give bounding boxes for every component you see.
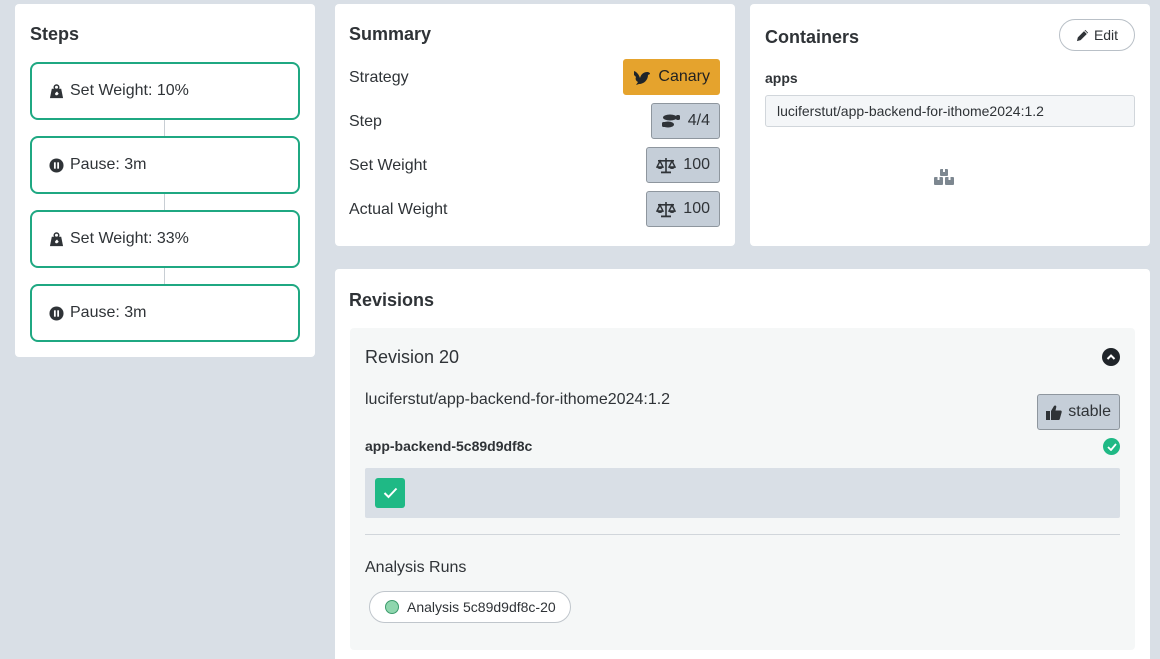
revision-title: Revision 20: [365, 347, 460, 367]
revisions-panel: Revisions Revision 20 luciferstut/app-ba…: [335, 269, 1150, 659]
step-pause-1[interactable]: Pause: 3m: [30, 136, 300, 194]
balance-scale-icon: [656, 157, 677, 174]
analysis-run-pill[interactable]: Analysis 5c89d9df8c-20: [369, 591, 571, 623]
set-weight-value: 100: [683, 156, 710, 173]
step-set-weight-33[interactable]: Set Weight: 33%: [30, 210, 300, 268]
balance-scale-icon: [656, 201, 677, 218]
chevron-up-icon: [1106, 353, 1116, 361]
status-dot-icon: [385, 600, 399, 614]
step-connector: [164, 268, 165, 284]
stable-label: stable: [1068, 403, 1111, 420]
strategy-label: Strategy: [349, 69, 409, 86]
replicaset-name: app-backend-5c89d9df8c: [365, 438, 533, 454]
edit-label: Edit: [1093, 27, 1119, 43]
analysis-runs-title: Analysis Runs: [365, 559, 467, 576]
actual-weight-badge: 100: [646, 191, 720, 227]
step-connector: [164, 194, 165, 210]
check-icon: [383, 487, 398, 499]
edit-button[interactable]: Edit: [1059, 19, 1135, 51]
check-circle-icon: [1103, 438, 1120, 455]
step-label: Pause: 3m: [70, 304, 147, 321]
pods-row: [365, 468, 1120, 518]
pause-icon: [49, 157, 64, 173]
steps-title: Steps: [30, 24, 80, 44]
shoe-prints-icon: [661, 113, 681, 129]
step-label: Set Weight: 10%: [70, 82, 189, 99]
step-connector: [164, 120, 165, 136]
containers-title: Containers: [765, 27, 860, 47]
weight-icon: [49, 83, 64, 99]
actual-weight-value: 100: [683, 200, 710, 217]
collapse-button[interactable]: [1102, 348, 1120, 366]
step-label: Set Weight: 33%: [70, 230, 189, 247]
steps-panel: Steps Set Weight: 10% Pause: 3m Set Weig…: [15, 4, 315, 357]
set-weight-badge: 100: [646, 147, 720, 183]
step-pause-2[interactable]: Pause: 3m: [30, 284, 300, 342]
set-weight-label: Set Weight: [349, 157, 427, 174]
divider: [365, 534, 1120, 535]
weight-icon: [49, 231, 64, 247]
strategy-badge: Canary: [623, 59, 720, 95]
pod-status-healthy[interactable]: [375, 478, 405, 508]
container-name: apps: [765, 70, 798, 86]
step-label: Pause: 3m: [70, 156, 147, 173]
thumbs-up-icon: [1046, 404, 1063, 420]
summary-panel: Summary Strategy Canary Step 4/4 Set Wei…: [335, 4, 735, 246]
containers-panel: Containers Edit apps luciferstut/app-bac…: [750, 4, 1150, 246]
pencil-icon: [1076, 29, 1089, 42]
stable-badge: stable: [1037, 394, 1120, 430]
analysis-run-label: Analysis 5c89d9df8c-20: [407, 599, 556, 615]
revision-card: Revision 20 luciferstut/app-backend-for-…: [350, 328, 1135, 650]
container-image-field[interactable]: luciferstut/app-backend-for-ithome2024:1…: [765, 95, 1135, 127]
revision-image: luciferstut/app-backend-for-ithome2024:1…: [365, 391, 671, 408]
canary-bird-icon: [633, 69, 651, 86]
summary-title: Summary: [349, 24, 432, 44]
actual-weight-label: Actual Weight: [349, 201, 448, 218]
step-label: Step: [349, 113, 382, 130]
step-set-weight-10[interactable]: Set Weight: 10%: [30, 62, 300, 120]
strategy-value: Canary: [658, 68, 710, 85]
revisions-title: Revisions: [349, 290, 435, 310]
pause-icon: [49, 305, 64, 321]
step-badge: 4/4: [650, 103, 720, 139]
boxes-icon: [934, 169, 955, 191]
step-value: 4/4: [687, 112, 710, 129]
